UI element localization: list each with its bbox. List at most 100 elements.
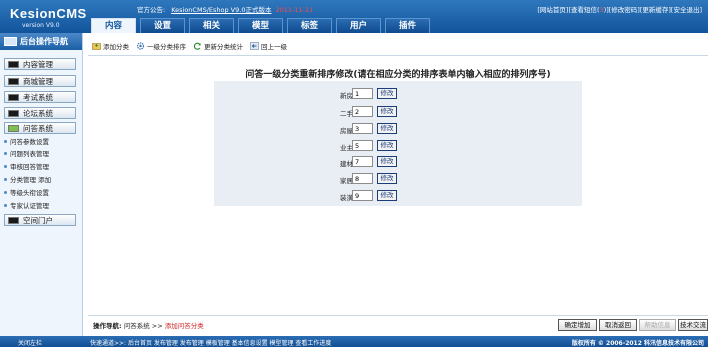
messages-link-label: [查看短信( — [568, 6, 600, 14]
help-info-button[interactable]: 帮助信息 — [639, 319, 676, 331]
brand-logo: KesionCMS version V9.0 — [10, 6, 87, 29]
bottom-bar: 关闭左栏 快速通道>>: 后台首页 发布管理 发布管理 模板管理 基本信息设置 … — [0, 336, 708, 347]
sort-order-input[interactable] — [352, 173, 373, 184]
breadcrumb-separator: >> — [151, 322, 163, 330]
breadcrumb-qa-system[interactable]: 问答系统 — [124, 322, 150, 330]
tech-exchange-button[interactable]: 技术交流 — [678, 319, 708, 331]
sort-row: 建材知识 修改 — [214, 154, 582, 170]
tab-related[interactable]: 相关 — [189, 18, 234, 33]
add-category-label: 添加分类 — [103, 42, 129, 51]
sort-order-input[interactable] — [352, 123, 373, 134]
sort-order-input[interactable] — [352, 106, 373, 117]
quick-access-links[interactable]: 快速通道>>: 后台首页 发布管理 发布管理 模板管理 基本信息设置 模型管理 … — [90, 338, 331, 347]
sort-order-input[interactable] — [352, 190, 373, 201]
sidebar-subitem-question-list[interactable]: 问题列表管理 — [4, 148, 49, 158]
tab-content[interactable]: 内容 — [91, 18, 136, 33]
update-stats-label: 更新分类统计 — [204, 42, 243, 51]
breadcrumb-label: 操作导航: — [93, 322, 122, 330]
tab-users[interactable]: 用户 — [336, 18, 381, 33]
toolbar: 添加分类 一级分类排序 更新分类统计 回上一级 — [92, 40, 287, 51]
breadcrumb: 操作导航: 问答系统 >> 添加问答分类 — [93, 320, 204, 330]
sort-categories-label: 一级分类排序 — [147, 42, 186, 51]
sort-row: 新房置业 修改 — [214, 86, 582, 102]
tab-labels[interactable]: 标签 — [287, 18, 332, 33]
notice-link[interactable]: KesionCMS/Eshop V9.0正式版本 — [171, 6, 271, 14]
sidebar-item-label: 问答系统 — [23, 123, 53, 133]
notice-date: 2011-11-11 — [275, 6, 314, 14]
brand-version: version V9.0 — [22, 22, 60, 29]
copyright: 版权所有 © 2006-2012 科汛信息技术有限公司 — [571, 340, 704, 347]
modify-button[interactable]: 修改 — [377, 123, 397, 134]
sidebar-item-exam[interactable]: 考试系统 — [4, 91, 76, 103]
modify-button[interactable]: 修改 — [377, 156, 397, 167]
close-left-panel-link[interactable]: 关闭左栏 — [18, 338, 42, 347]
sidebar-subitem-review-answers[interactable]: 审核回答管理 — [4, 161, 49, 171]
tab-settings[interactable]: 设置 — [140, 18, 185, 33]
sidebar-item-label: 考试系统 — [23, 92, 53, 102]
modify-button[interactable]: 修改 — [377, 190, 397, 201]
update-cache-link[interactable]: [更新缓存] — [640, 6, 671, 14]
sort-row: 装潢装修 修改 — [214, 188, 582, 204]
page-title: 问答一级分类重新排序修改(请在相应分类的排序表单内输入相应的排列序号) — [245, 70, 551, 80]
sidebar-subitem-level-titles[interactable]: 等级头衔设置 — [4, 187, 49, 197]
monitor-icon — [8, 216, 19, 224]
sidebar-subitem-qa-params[interactable]: 问答参数设置 — [4, 136, 49, 146]
modify-button[interactable]: 修改 — [377, 173, 397, 184]
back-up-level-label: 回上一级 — [261, 42, 287, 51]
monitor-icon — [8, 77, 19, 85]
modify-button[interactable]: 修改 — [377, 140, 397, 151]
logout-link[interactable]: [安全退出] — [671, 6, 702, 14]
change-password-link[interactable]: [修改密码] — [609, 6, 640, 14]
sidebar-header: 后台操作导航 — [0, 33, 82, 50]
panel-icon — [4, 37, 17, 46]
tab-plugins[interactable]: 插件 — [385, 18, 430, 33]
sort-row: 二手房源 修改 — [214, 104, 582, 120]
sort-categories-button[interactable]: 一级分类排序 — [136, 41, 186, 51]
sidebar-item-label: 论坛系统 — [23, 108, 53, 118]
breadcrumb-current: 添加问答分类 — [164, 322, 204, 330]
sidebar-subitem-category-manage[interactable]: 分类管理 添加 — [4, 174, 51, 184]
sidebar-subitem-expert-cert[interactable]: 专家认证管理 — [4, 200, 49, 210]
sidebar-title: 后台操作导航 — [20, 37, 68, 46]
sidebar-item-space-portal[interactable]: 空间门户 — [4, 214, 76, 226]
add-folder-icon — [92, 42, 101, 50]
back-icon — [250, 41, 259, 50]
update-stats-button[interactable]: 更新分类统计 — [193, 41, 243, 51]
cancel-return-button[interactable]: 取消返回 — [599, 319, 637, 331]
top-links: [网站首页][查看短信(3)][修改密码][更新缓存][安全退出] — [537, 4, 702, 14]
official-notice: 官方公告: KesionCMS/Eshop V9.0正式版本 2011-11-11 — [137, 4, 313, 14]
sidebar-item-qa[interactable]: 问答系统 — [4, 122, 76, 134]
toolbar-divider — [88, 55, 708, 56]
modify-button[interactable]: 修改 — [377, 106, 397, 117]
confirm-add-button[interactable]: 确定增加 — [558, 319, 597, 331]
monitor-icon — [8, 60, 19, 68]
sort-form: 新房置业 修改 二手房源 修改 房屋租赁 修改 业主生活 修改 建材知识 修改 … — [214, 81, 582, 206]
site-home-link[interactable]: [网站首页] — [537, 6, 568, 14]
gear-icon — [136, 41, 145, 50]
monitor-icon — [8, 109, 19, 117]
sidebar-item-content[interactable]: 内容管理 — [4, 58, 76, 70]
main-tabs: 内容 设置 相关 模型 标签 用户 插件 — [91, 18, 434, 33]
brand-name: KesionCMS — [10, 6, 87, 21]
sidebar-item-shop[interactable]: 商城管理 — [4, 75, 76, 87]
back-up-level-button[interactable]: 回上一级 — [250, 41, 287, 51]
sidebar-item-label: 空间门户 — [23, 215, 53, 225]
add-category-button[interactable]: 添加分类 — [92, 41, 129, 51]
modify-button[interactable]: 修改 — [377, 88, 397, 99]
sort-order-input[interactable] — [352, 140, 373, 151]
monitor-icon — [8, 124, 19, 132]
operation-bar: 操作导航: 问答系统 >> 添加问答分类 确定增加 取消返回 帮助信息 技术交流 — [88, 315, 708, 334]
notice-label: 官方公告: — [137, 6, 166, 14]
sort-order-input[interactable] — [352, 88, 373, 99]
sort-order-input[interactable] — [352, 156, 373, 167]
refresh-icon — [193, 42, 201, 50]
sidebar-item-label: 商城管理 — [23, 76, 53, 86]
sidebar-item-forum[interactable]: 论坛系统 — [4, 107, 76, 119]
sort-row: 业主生活 修改 — [214, 138, 582, 154]
monitor-icon — [8, 93, 19, 101]
sidebar-item-label: 内容管理 — [23, 59, 53, 69]
sort-row: 房屋租赁 修改 — [214, 121, 582, 137]
messages-link[interactable]: [查看短信(3)] — [568, 6, 608, 14]
tab-model[interactable]: 模型 — [238, 18, 283, 33]
sidebar: 后台操作导航 内容管理 商城管理 考试系统 论坛系统 问答系统 问答参数设置 问… — [0, 33, 83, 336]
